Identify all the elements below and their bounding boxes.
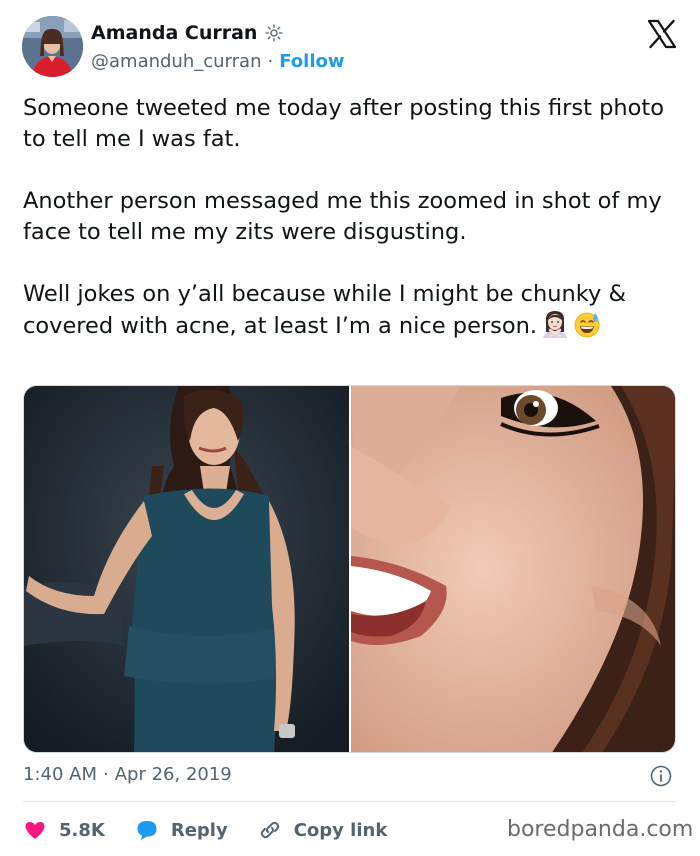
- timestamp-separator: ·: [103, 764, 109, 785]
- copy-link-label: Copy link: [293, 819, 388, 841]
- handle-separator: ·: [267, 51, 274, 72]
- handle-row: @amanduh_curran · Follow: [91, 51, 345, 72]
- face-closeup-photo[interactable]: [349, 386, 675, 752]
- reply-button[interactable]: Reply: [135, 818, 228, 842]
- tweet-paragraph: Another person messaged me this zoomed i…: [23, 188, 662, 245]
- name-row: Amanda Curran: [91, 22, 284, 44]
- tweet-paragraph: Someone tweeted me today after posting t…: [23, 95, 665, 152]
- tweet-timestamp[interactable]: 1:40 AM · Apr 26, 2019: [23, 764, 232, 785]
- sun-badge-icon: [265, 24, 284, 42]
- tweet-media[interactable]: [23, 385, 676, 753]
- link-icon: [260, 821, 279, 839]
- timestamp-time: 1:40 AM: [23, 764, 97, 785]
- follow-button[interactable]: Follow: [279, 51, 344, 72]
- x-logo-icon[interactable]: [646, 18, 678, 50]
- like-button[interactable]: 5.8K: [23, 818, 105, 842]
- avatar[interactable]: [22, 16, 83, 77]
- heart-icon: [25, 822, 45, 839]
- tweet-paragraph-text: Well jokes on y’all because while I migh…: [23, 281, 627, 339]
- timestamp-date: Apr 26, 2019: [114, 764, 232, 785]
- weather-studio-photo[interactable]: [24, 386, 349, 752]
- like-count: 5.8K: [59, 819, 105, 841]
- speech-bubble-icon: [137, 821, 157, 840]
- copy-link-button[interactable]: Copy link: [258, 818, 388, 842]
- watermark: boredpanda.com: [507, 817, 694, 842]
- grinning-sweat-face-icon: [573, 310, 601, 338]
- info-icon[interactable]: [650, 765, 672, 787]
- reply-label: Reply: [170, 819, 228, 841]
- tweet-actions: 5.8K Reply Copy link: [23, 815, 417, 845]
- author-handle[interactable]: @amanduh_curran: [91, 51, 261, 72]
- author-name[interactable]: Amanda Curran: [91, 22, 257, 44]
- divider: [23, 801, 676, 802]
- person-gesturing-no-icon: [541, 310, 569, 338]
- tweet-paragraph-last: Well jokes on y’all because while I migh…: [23, 279, 678, 342]
- tweet-header: Amanda Curran @amanduh_curran · Follow: [22, 16, 682, 80]
- tweet-text: Someone tweeted me today after posting t…: [23, 93, 678, 342]
